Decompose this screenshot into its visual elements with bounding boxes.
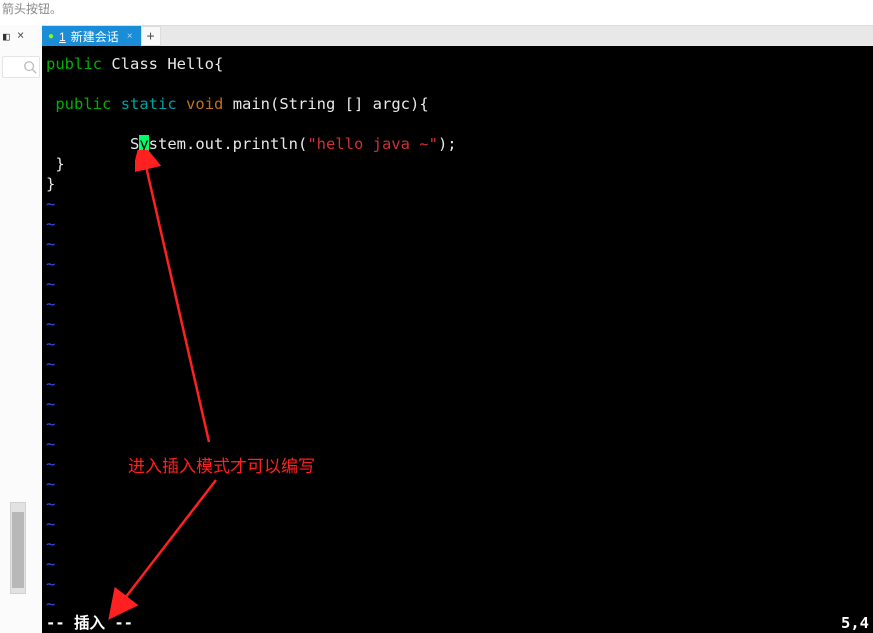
- empty-line: ~: [42, 234, 873, 254]
- empty-line: ~: [42, 434, 873, 454]
- code-line-3: System.out.println("hello java ~");: [42, 134, 873, 154]
- top-hint-text: 箭头按钮。: [2, 0, 62, 17]
- empty-line: ~: [42, 294, 873, 314]
- annotation-text: 进入插入模式才可以编写: [128, 452, 315, 477]
- empty-line: ~: [42, 194, 873, 214]
- tab-bar: ● 1 新建会话 × +: [42, 25, 873, 46]
- empty-line: ~: [42, 214, 873, 234]
- tab-label: 新建会话: [71, 28, 119, 45]
- terminal-editor[interactable]: public Class Hello{ public static void m…: [42, 46, 873, 633]
- left-tab-icon: ◧: [3, 30, 10, 43]
- empty-line: ~: [42, 534, 873, 554]
- empty-line: ~: [42, 374, 873, 394]
- tab-close-icon[interactable]: ×: [127, 31, 133, 42]
- empty-line: ~: [42, 574, 873, 594]
- cursor: y: [139, 135, 148, 153]
- empty-line: ~: [42, 494, 873, 514]
- code-line-blank2: [42, 114, 873, 134]
- empty-line: ~: [42, 414, 873, 434]
- empty-line: ~: [42, 314, 873, 334]
- empty-line: ~: [42, 274, 873, 294]
- mode-indicator: -- 插入 --: [46, 613, 133, 633]
- search-icon: [23, 60, 37, 74]
- tab-status-dot-icon: ●: [48, 32, 54, 42]
- code-line-blank1: [42, 74, 873, 94]
- code-line-2: public static void main(String [] argc){: [42, 94, 873, 114]
- empty-line: ~: [42, 514, 873, 534]
- empty-line: ~: [42, 554, 873, 574]
- empty-line: ~: [42, 394, 873, 414]
- status-line: -- 插入 -- 5,4: [42, 613, 873, 633]
- code-line-5: }: [42, 174, 873, 194]
- empty-line: ~: [42, 474, 873, 494]
- code-line-4: }: [42, 154, 873, 174]
- tab-add-button[interactable]: +: [141, 26, 161, 46]
- empty-line: ~: [42, 334, 873, 354]
- code-line-1: public Class Hello{: [42, 54, 873, 74]
- tab-session-1[interactable]: ● 1 新建会话 ×: [42, 26, 141, 47]
- tab-number: 1: [59, 30, 66, 44]
- empty-line: ~: [42, 354, 873, 374]
- left-panel-close-icon[interactable]: ×: [17, 28, 24, 42]
- empty-line: ~: [42, 594, 873, 614]
- scrollbar-thumb[interactable]: [12, 512, 24, 588]
- cursor-position: 5,4: [841, 613, 869, 633]
- search-input[interactable]: [2, 56, 40, 78]
- empty-line: ~: [42, 254, 873, 274]
